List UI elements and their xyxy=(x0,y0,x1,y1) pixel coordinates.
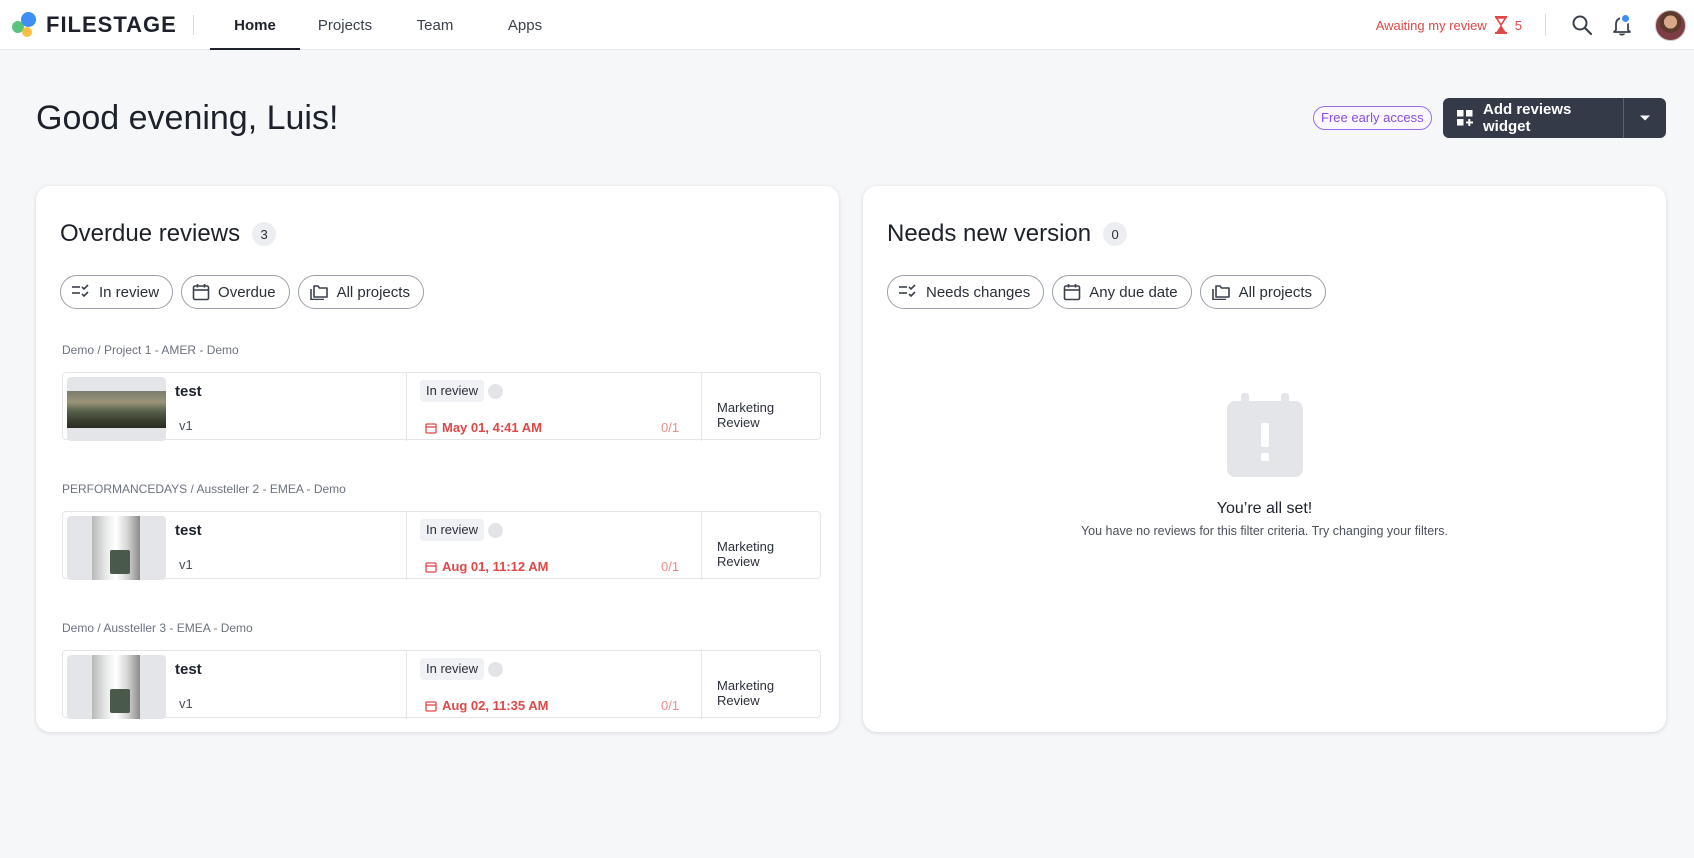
add-reviews-widget-label: Add reviews widget xyxy=(1483,101,1572,135)
calendar-alert-icon xyxy=(1226,393,1303,477)
overdue-reviews-title: Overdue reviews xyxy=(60,220,241,247)
empty-state-subtitle: You have no reviews for this filter crit… xyxy=(1080,524,1449,538)
add-reviews-widget-button[interactable]: Add reviews widget xyxy=(1443,98,1624,138)
awaiting-review-link[interactable]: Awaiting my review 5 xyxy=(1376,16,1522,34)
needs-new-version-card: Needs new version 0 Needs changes Any du… xyxy=(863,186,1666,732)
workflow-step: Marketing Review xyxy=(717,539,775,569)
filter-any-due-date-label: Any due date xyxy=(1089,283,1178,301)
nav-team[interactable]: Team xyxy=(390,0,480,50)
due-date-text: May 01, 4:41 AM xyxy=(442,420,542,435)
greeting-heading: Good evening, Luis! xyxy=(36,99,339,137)
nav-projects[interactable]: Projects xyxy=(300,0,390,50)
due-date: Aug 01, 11:12 AM xyxy=(425,559,548,574)
main-nav: Home Projects Team Apps xyxy=(210,0,570,50)
file-name[interactable]: test xyxy=(175,522,202,539)
filter-overdue-label: Overdue xyxy=(218,283,276,301)
nav-home[interactable]: Home xyxy=(210,0,300,50)
add-widget-icon xyxy=(1457,110,1473,126)
needs-new-version-header: Needs new version 0 xyxy=(887,220,1128,248)
hourglass-icon xyxy=(1494,16,1507,34)
nav-divider xyxy=(193,15,194,35)
calendar-icon xyxy=(425,700,437,712)
notification-badge xyxy=(1620,13,1631,24)
overdue-reviews-card: Overdue reviews 3 In review Overdue All … xyxy=(36,186,839,732)
filter-needs-changes-label: Needs changes xyxy=(926,283,1031,301)
widget-options-dropdown[interactable] xyxy=(1624,98,1666,138)
project-path[interactable]: PERFORMANCEDAYS / Aussteller 2 - EMEA - … xyxy=(62,482,346,496)
due-date-text: Aug 02, 11:35 AM xyxy=(442,698,549,713)
review-row[interactable]: test v1 In review Aug 02, 11:35 AM 0/1 M… xyxy=(62,650,821,719)
workflow-step: Marketing Review xyxy=(717,400,775,430)
due-date-text: Aug 01, 11:12 AM xyxy=(442,559,549,574)
free-early-access-badge: Free early access xyxy=(1313,106,1432,130)
reviewer-avatar xyxy=(488,523,503,538)
project-path[interactable]: Demo / Aussteller 3 - EMEA - Demo xyxy=(62,621,253,635)
top-nav-bar: FILESTAGE Home Projects Team Apps Awaiti… xyxy=(0,0,1694,50)
file-thumbnail[interactable] xyxy=(67,655,166,719)
calendar-icon xyxy=(425,561,437,573)
search-icon[interactable] xyxy=(1571,14,1593,36)
filter-all-projects[interactable]: All projects xyxy=(297,275,424,309)
needs-new-version-title: Needs new version xyxy=(887,220,1092,247)
overdue-reviews-header: Overdue reviews 3 xyxy=(60,220,277,248)
calendar-icon xyxy=(192,284,210,301)
filter-all-projects-label: All projects xyxy=(1238,283,1313,301)
status-badge: In review xyxy=(420,380,485,402)
due-date: Aug 02, 11:35 AM xyxy=(425,698,548,713)
filter-in-review[interactable]: In review xyxy=(60,275,174,309)
needs-new-version-count: 0 xyxy=(1103,222,1128,246)
due-date: May 01, 4:41 AM xyxy=(425,420,542,435)
status-badge: In review xyxy=(420,519,485,541)
file-name[interactable]: test xyxy=(175,383,202,400)
filter-any-due-date[interactable]: Any due date xyxy=(1052,275,1192,309)
overdue-reviews-count: 3 xyxy=(252,222,277,246)
header-divider xyxy=(1545,14,1546,36)
folders-icon xyxy=(1211,285,1230,300)
filter-needs-changes[interactable]: Needs changes xyxy=(887,275,1045,309)
awaiting-review-label: Awaiting my review xyxy=(1375,17,1487,33)
checklist-icon xyxy=(72,284,89,298)
file-version: v1 xyxy=(179,557,193,572)
overdue-filters: In review Overdue All projects xyxy=(60,275,424,309)
filter-all-projects-label: All projects xyxy=(336,283,410,301)
file-thumbnail[interactable] xyxy=(67,516,166,580)
review-progress: 0/1 xyxy=(661,420,680,435)
reviewer-avatar xyxy=(488,384,503,399)
review-progress: 0/1 xyxy=(661,559,680,574)
logo-dots-icon xyxy=(12,12,44,38)
review-progress: 0/1 xyxy=(661,698,680,713)
calendar-icon xyxy=(425,422,437,434)
review-row[interactable]: test v1 In review May 01, 4:41 AM 0/1 Ma… xyxy=(62,372,821,441)
chevron-down-icon xyxy=(1640,115,1650,121)
awaiting-review-count: 5 xyxy=(1514,17,1522,33)
empty-state-title: You’re all set! xyxy=(1216,500,1313,517)
file-name[interactable]: test xyxy=(175,661,202,678)
filestage-logo[interactable]: FILESTAGE xyxy=(12,12,177,38)
project-path[interactable]: Demo / Project 1 - AMER - Demo xyxy=(62,343,239,357)
nav-apps[interactable]: Apps xyxy=(480,0,570,50)
filter-in-review-label: In review xyxy=(99,283,160,301)
workflow-step: Marketing Review xyxy=(717,678,775,708)
reviewer-avatar xyxy=(488,662,503,677)
user-avatar[interactable] xyxy=(1655,10,1686,41)
review-row[interactable]: test v1 In review Aug 01, 11:12 AM 0/1 M… xyxy=(62,511,821,580)
filter-all-projects[interactable]: All projects xyxy=(1199,275,1327,309)
checklist-icon xyxy=(899,284,916,298)
logo-wordmark: FILESTAGE xyxy=(46,12,177,37)
calendar-icon xyxy=(1063,284,1081,301)
filter-overdue[interactable]: Overdue xyxy=(181,275,290,309)
add-reviews-widget-button-group: Add reviews widget xyxy=(1443,98,1666,138)
file-version: v1 xyxy=(179,418,193,433)
needs-version-filters: Needs changes Any due date All projects xyxy=(887,275,1327,309)
folders-icon xyxy=(309,285,328,300)
file-thumbnail[interactable] xyxy=(67,377,166,441)
status-badge: In review xyxy=(420,658,485,680)
empty-state: You’re all set! You have no reviews for … xyxy=(863,393,1666,538)
file-version: v1 xyxy=(179,696,193,711)
